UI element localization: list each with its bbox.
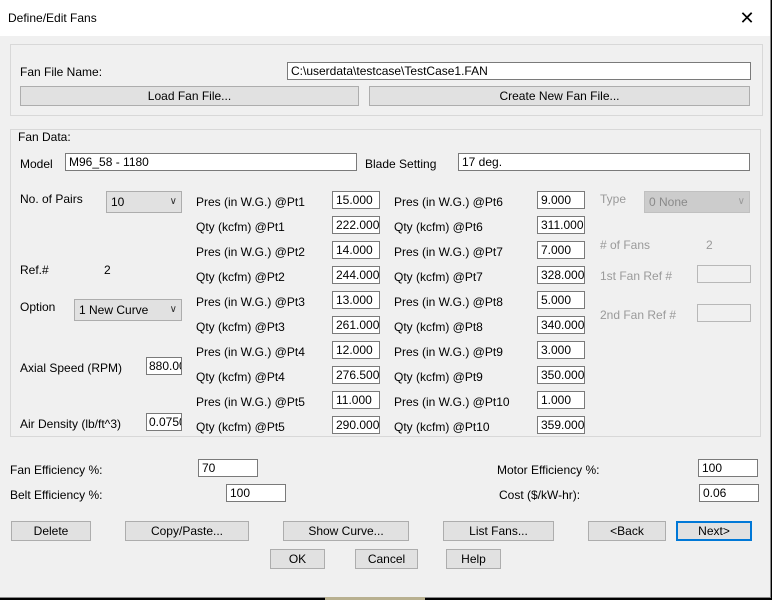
pres-pt1-input[interactable]: 15.000 — [332, 191, 380, 209]
type-label: Type — [600, 192, 627, 206]
first-fan-ref-input[interactable] — [697, 265, 751, 283]
chevron-down-icon: ∨ — [169, 304, 177, 315]
qty-pt10-input[interactable]: 359.000 — [537, 416, 585, 434]
pres-pt1-label: Pres (in W.G.) @Pt1 — [196, 195, 305, 209]
pres-pt8-label: Pres (in W.G.) @Pt8 — [394, 295, 503, 309]
cost-input[interactable]: 0.06 — [699, 484, 759, 502]
option-select[interactable]: 1 New Curve ∨ — [74, 299, 182, 321]
pres-pt3-label: Pres (in W.G.) @Pt3 — [196, 295, 305, 309]
cancel-button[interactable]: Cancel — [355, 549, 418, 569]
axial-speed-label: Axial Speed (RPM) — [20, 361, 123, 375]
pres-pt5-input[interactable]: 11.000 — [332, 391, 380, 409]
pres-pt8-input[interactable]: 5.000 — [537, 291, 585, 309]
next-button[interactable]: Next> — [676, 521, 752, 541]
blade-setting-label: Blade Setting — [365, 157, 437, 171]
delete-button[interactable]: Delete — [11, 521, 91, 541]
no-of-pairs-select[interactable]: 10 ∨ — [106, 191, 182, 213]
blade-setting-input[interactable]: 17 deg. — [458, 153, 750, 171]
pres-pt7-label: Pres (in W.G.) @Pt7 — [394, 245, 503, 259]
create-new-fan-file-button[interactable]: Create New Fan File... — [369, 86, 750, 106]
pres-pt4-label: Pres (in W.G.) @Pt4 — [196, 345, 305, 359]
qty-pt9-label: Qty (kcfm) @Pt9 — [394, 370, 483, 384]
pres-pt2-label: Pres (in W.G.) @Pt2 — [196, 245, 305, 259]
qty-pt1-label: Qty (kcfm) @Pt1 — [196, 220, 285, 234]
pres-pt10-label: Pres (in W.G.) @Pt10 — [394, 395, 510, 409]
qty-pt2-label: Qty (kcfm) @Pt2 — [196, 270, 285, 284]
back-button[interactable]: <Back — [588, 521, 666, 541]
model-input[interactable]: M96_58 - 1180 — [65, 153, 357, 171]
cost-label: Cost ($/kW-hr): — [499, 488, 581, 502]
model-label: Model — [20, 157, 53, 171]
option-value: 1 New Curve — [79, 303, 149, 317]
chevron-down-icon: ∨ — [737, 196, 745, 207]
pres-pt10-input[interactable]: 1.000 — [537, 391, 585, 409]
chevron-down-icon: ∨ — [169, 196, 177, 207]
belt-efficiency-input[interactable]: 100 — [226, 484, 286, 502]
qty-pt8-label: Qty (kcfm) @Pt8 — [394, 320, 483, 334]
num-fans-value: 2 — [706, 238, 713, 252]
pres-pt5-label: Pres (in W.G.) @Pt5 — [196, 395, 305, 409]
motor-efficiency-label: Motor Efficiency %: — [497, 463, 600, 477]
fan-efficiency-label: Fan Efficiency %: — [10, 463, 103, 477]
num-fans-label: # of Fans — [600, 238, 651, 252]
fan-file-name-input[interactable]: C:\userdata\testcase\TestCase1.FAN — [287, 62, 751, 80]
air-density-label: Air Density (lb/ft^3) — [20, 417, 121, 431]
window-title: Define/Edit Fans — [8, 11, 97, 25]
fan-data-group-label: Fan Data: — [18, 130, 71, 144]
pres-pt6-input[interactable]: 9.000 — [537, 191, 585, 209]
second-fan-ref-input[interactable] — [697, 304, 751, 322]
list-fans-button[interactable]: List Fans... — [443, 521, 554, 541]
second-fan-ref-label: 2nd Fan Ref # — [600, 308, 677, 322]
pres-pt6-label: Pres (in W.G.) @Pt6 — [394, 195, 503, 209]
ref-value: 2 — [104, 263, 111, 277]
qty-pt6-label: Qty (kcfm) @Pt6 — [394, 220, 483, 234]
qty-pt4-input[interactable]: 276.500 — [332, 366, 380, 384]
no-of-pairs-label: No. of Pairs — [20, 192, 83, 206]
qty-pt7-label: Qty (kcfm) @Pt7 — [394, 270, 483, 284]
qty-pt7-input[interactable]: 328.000 — [537, 266, 585, 284]
title-bar: Define/Edit Fans ✕ — [0, 0, 770, 36]
axial-speed-input[interactable]: 880.00 — [146, 357, 182, 375]
first-fan-ref-label: 1st Fan Ref # — [600, 269, 673, 283]
fan-data-group — [10, 129, 761, 437]
close-icon[interactable]: ✕ — [730, 4, 764, 32]
option-label: Option — [20, 300, 56, 314]
air-density-input[interactable]: 0.0750 — [146, 413, 182, 431]
fan-file-name-label: Fan File Name: — [20, 65, 103, 79]
show-curve-button[interactable]: Show Curve... — [283, 521, 409, 541]
ok-button[interactable]: OK — [270, 549, 325, 569]
qty-pt9-input[interactable]: 350.000 — [537, 366, 585, 384]
pres-pt2-input[interactable]: 14.000 — [332, 241, 380, 259]
type-select[interactable]: 0 None ∨ — [644, 191, 750, 213]
qty-pt5-input[interactable]: 290.000 — [332, 416, 380, 434]
type-value: 0 None — [649, 195, 688, 209]
ref-label: Ref.# — [20, 263, 49, 277]
help-button[interactable]: Help — [446, 549, 501, 569]
load-fan-file-button[interactable]: Load Fan File... — [20, 86, 359, 106]
qty-pt2-input[interactable]: 244.000 — [332, 266, 380, 284]
qty-pt3-label: Qty (kcfm) @Pt3 — [196, 320, 285, 334]
define-edit-fans-dialog: Define/Edit Fans ✕ Fan File Name: C:\use… — [0, 0, 771, 598]
pres-pt9-label: Pres (in W.G.) @Pt9 — [394, 345, 503, 359]
pres-pt3-input[interactable]: 13.000 — [332, 291, 380, 309]
pres-pt7-input[interactable]: 7.000 — [537, 241, 585, 259]
qty-pt10-label: Qty (kcfm) @Pt10 — [394, 420, 490, 434]
qty-pt6-input[interactable]: 311.000 — [537, 216, 585, 234]
belt-efficiency-label: Belt Efficiency %: — [10, 488, 103, 502]
pres-pt4-input[interactable]: 12.000 — [332, 341, 380, 359]
no-of-pairs-value: 10 — [111, 195, 125, 209]
qty-pt3-input[interactable]: 261.000 — [332, 316, 380, 334]
qty-pt1-input[interactable]: 222.000 — [332, 216, 380, 234]
fan-efficiency-input[interactable]: 70 — [198, 459, 258, 477]
qty-pt4-label: Qty (kcfm) @Pt4 — [196, 370, 285, 384]
pres-pt9-input[interactable]: 3.000 — [537, 341, 585, 359]
copy-paste-button[interactable]: Copy/Paste... — [125, 521, 249, 541]
qty-pt8-input[interactable]: 340.000 — [537, 316, 585, 334]
qty-pt5-label: Qty (kcfm) @Pt5 — [196, 420, 285, 434]
motor-efficiency-input[interactable]: 100 — [698, 459, 758, 477]
